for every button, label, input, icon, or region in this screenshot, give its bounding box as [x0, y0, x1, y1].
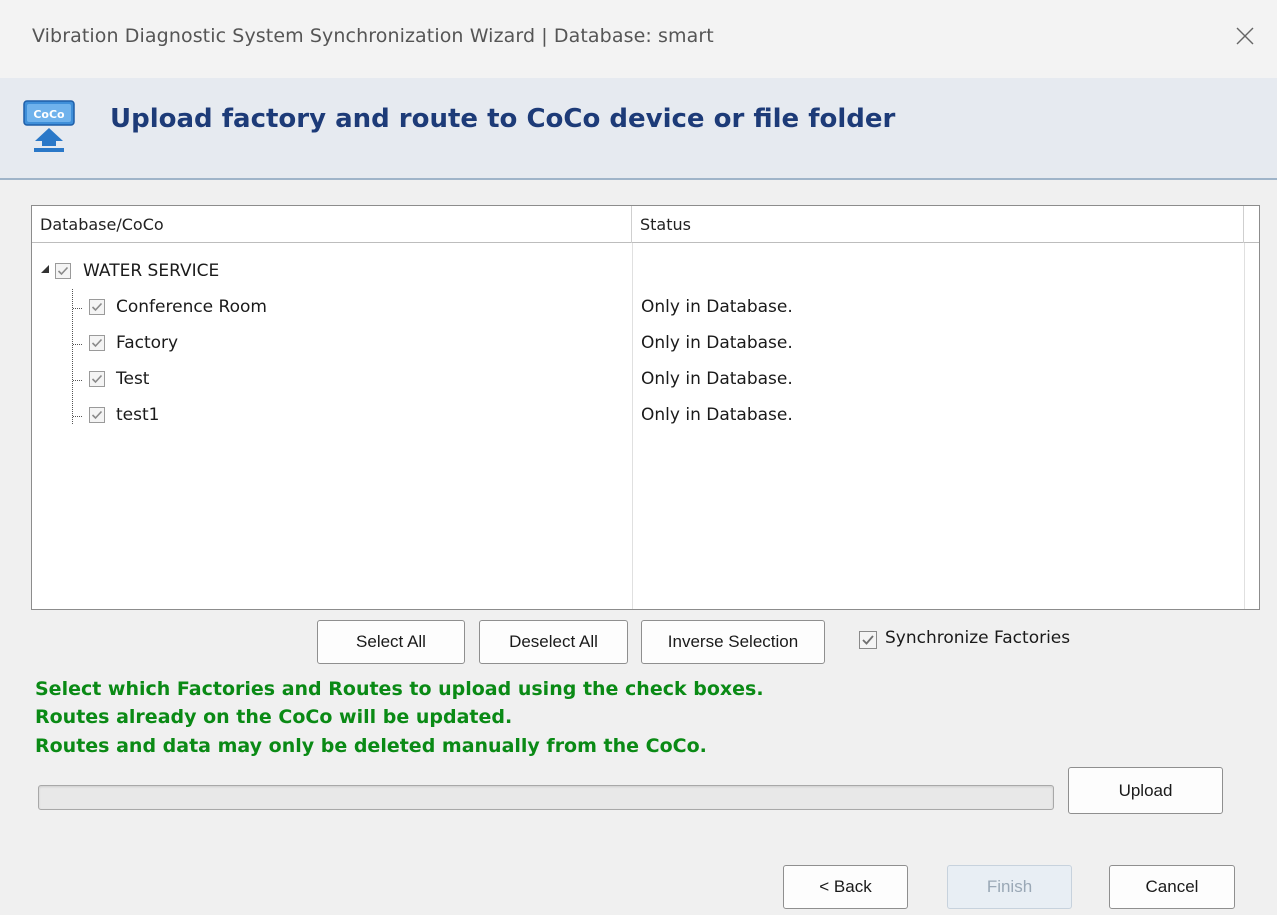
tree-row-root[interactable]: WATER SERVICE — [32, 254, 1244, 288]
column-status-label: Status — [640, 215, 691, 234]
coco-upload-icon: CoCo — [23, 100, 75, 152]
select-all-button[interactable]: Select All — [317, 620, 465, 664]
tree-column-header: Database/CoCo Status — [32, 206, 1259, 243]
cancel-button[interactable]: Cancel — [1109, 865, 1235, 909]
wizard-header: CoCo Upload factory and route to CoCo de… — [0, 78, 1277, 180]
window-title: Vibration Diagnostic System Synchronizat… — [32, 25, 714, 47]
instruction-line-2: Routes already on the CoCo will be updat… — [35, 706, 513, 728]
tree-row-label: Factory — [116, 333, 179, 353]
upload-progress-bar — [38, 785, 1054, 810]
instruction-line-1: Select which Factories and Routes to upl… — [35, 678, 764, 700]
close-icon — [1236, 27, 1254, 45]
back-button[interactable]: < Back — [783, 865, 908, 909]
synchronize-factories-checkbox[interactable] — [859, 631, 877, 649]
tree-row-status: Only in Database. — [641, 333, 793, 353]
synchronize-factories-label: Synchronize Factories — [885, 628, 1071, 648]
close-button[interactable] — [1223, 14, 1267, 58]
column-database-coco-label: Database/CoCo — [40, 215, 164, 234]
conference-room-checkbox[interactable] — [89, 299, 105, 315]
root-checkbox[interactable] — [55, 263, 71, 279]
tree-row-test1[interactable]: test1 Only in Database. — [32, 398, 1244, 432]
tree-row-status: Only in Database. — [641, 297, 793, 317]
tree-row-test[interactable]: Test Only in Database. — [32, 362, 1244, 396]
upload-button[interactable]: Upload — [1068, 767, 1223, 814]
tree-row-factory[interactable]: Factory Only in Database. — [32, 326, 1244, 360]
column-database-coco[interactable]: Database/CoCo — [32, 206, 632, 243]
tree-row-status: Only in Database. — [641, 369, 793, 389]
test-checkbox[interactable] — [89, 371, 105, 387]
title-bar: Vibration Diagnostic System Synchronizat… — [0, 0, 1277, 78]
factory-checkbox[interactable] — [89, 335, 105, 351]
tree-row-label: Conference Room — [116, 297, 267, 317]
tree-row-label: Test — [116, 369, 150, 389]
tree-row-status: Only in Database. — [641, 405, 793, 425]
tree-row-label: test1 — [116, 405, 160, 425]
coco-icon-text: CoCo — [33, 108, 65, 121]
instruction-line-3: Routes and data may only be deleted manu… — [35, 735, 707, 757]
finish-button[interactable]: Finish — [947, 865, 1072, 909]
test1-checkbox[interactable] — [89, 407, 105, 423]
right-divider — [1244, 243, 1245, 609]
root-label: WATER SERVICE — [83, 261, 220, 281]
factory-route-tree[interactable]: Database/CoCo Status WATER SERVICE Confe… — [31, 205, 1260, 610]
column-status[interactable]: Status — [632, 206, 1244, 243]
deselect-all-button[interactable]: Deselect All — [479, 620, 628, 664]
header-title: Upload factory and route to CoCo device … — [110, 104, 896, 134]
expand-triangle-icon[interactable] — [40, 264, 50, 274]
tree-row-conference-room[interactable]: Conference Room Only in Database. — [32, 290, 1244, 324]
inverse-selection-button[interactable]: Inverse Selection — [641, 620, 825, 664]
